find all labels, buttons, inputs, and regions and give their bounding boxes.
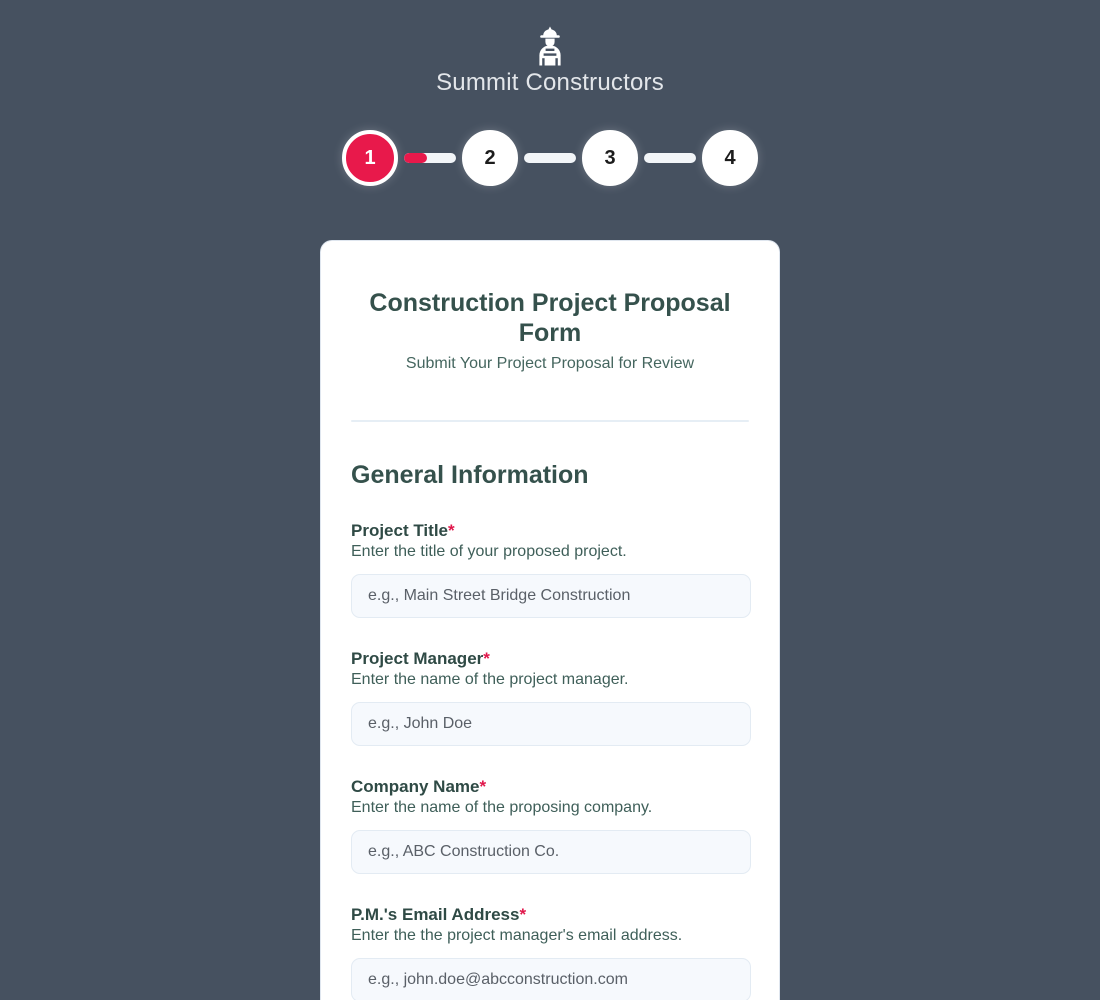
field-label-text: Company Name [351,776,480,796]
field-label-text: Project Title [351,520,448,540]
field-label-text: Project Manager [351,648,484,668]
header-divider [351,419,749,422]
project-title-input[interactable] [351,573,751,618]
field-company-name: Company Name* Enter the name of the prop… [351,776,751,874]
brand-name: Summit Constructors [436,69,664,96]
page-root: Summit Constructors 1 2 3 4 Construction… [0,0,1100,1000]
progress-stepper: 1 2 3 4 [0,130,1100,187]
field-pm-email-address: P.M.'s Email Address* Enter the the proj… [351,904,751,1000]
required-asterisk: * [479,776,487,796]
project-manager-input[interactable] [351,701,751,746]
step-indicator-2[interactable]: 2 [462,130,518,187]
field-project-manager: Project Manager* Enter the name of the p… [351,648,751,746]
step-connector-fill [404,153,428,164]
field-help-project-title: Enter the title of your proposed project… [351,543,627,561]
step-label-1: 1 [364,146,376,169]
step-indicator-4[interactable]: 4 [702,130,758,187]
field-label-text: P.M.'s Email Address [351,904,520,924]
required-asterisk: * [483,648,490,668]
construction-worker-icon [530,24,570,66]
pm-email-address-input[interactable] [351,957,751,1000]
step-connector-1-2 [404,153,456,164]
step-indicator-1[interactable]: 1 [342,130,398,187]
field-label-pm-email-address: P.M.'s Email Address* [351,904,749,925]
step-label-2: 2 [484,146,496,169]
required-asterisk: * [519,904,527,924]
field-help-project-manager: Enter the name of the project manager. [351,671,629,689]
brand-header: Summit Constructors [0,0,1100,96]
page-subtitle: Submit Your Project Proposal for Review [405,355,695,372]
field-label-project-title: Project Title* [351,520,749,541]
proposal-form-card: Construction Project Proposal Form Submi… [320,240,780,1000]
field-label-company-name: Company Name* [351,776,749,797]
step-indicator-3[interactable]: 3 [582,130,638,187]
field-help-company-name: Enter the name of the proposing company. [351,799,653,817]
step-label-4: 4 [724,146,736,169]
company-name-input[interactable] [351,829,751,874]
field-project-title: Project Title* Enter the title of your p… [351,520,751,618]
step-label-3: 3 [604,146,616,169]
page-title: Construction Project Proposal Form [369,289,731,347]
required-asterisk: * [448,520,455,540]
step-connector-2-3 [524,153,576,164]
field-label-project-manager: Project Manager* [351,648,749,669]
field-help-pm-email-address: Enter the the project manager's email ad… [351,927,683,945]
step-connector-3-4 [644,153,696,164]
section-title-general-information: General Information [351,460,589,489]
